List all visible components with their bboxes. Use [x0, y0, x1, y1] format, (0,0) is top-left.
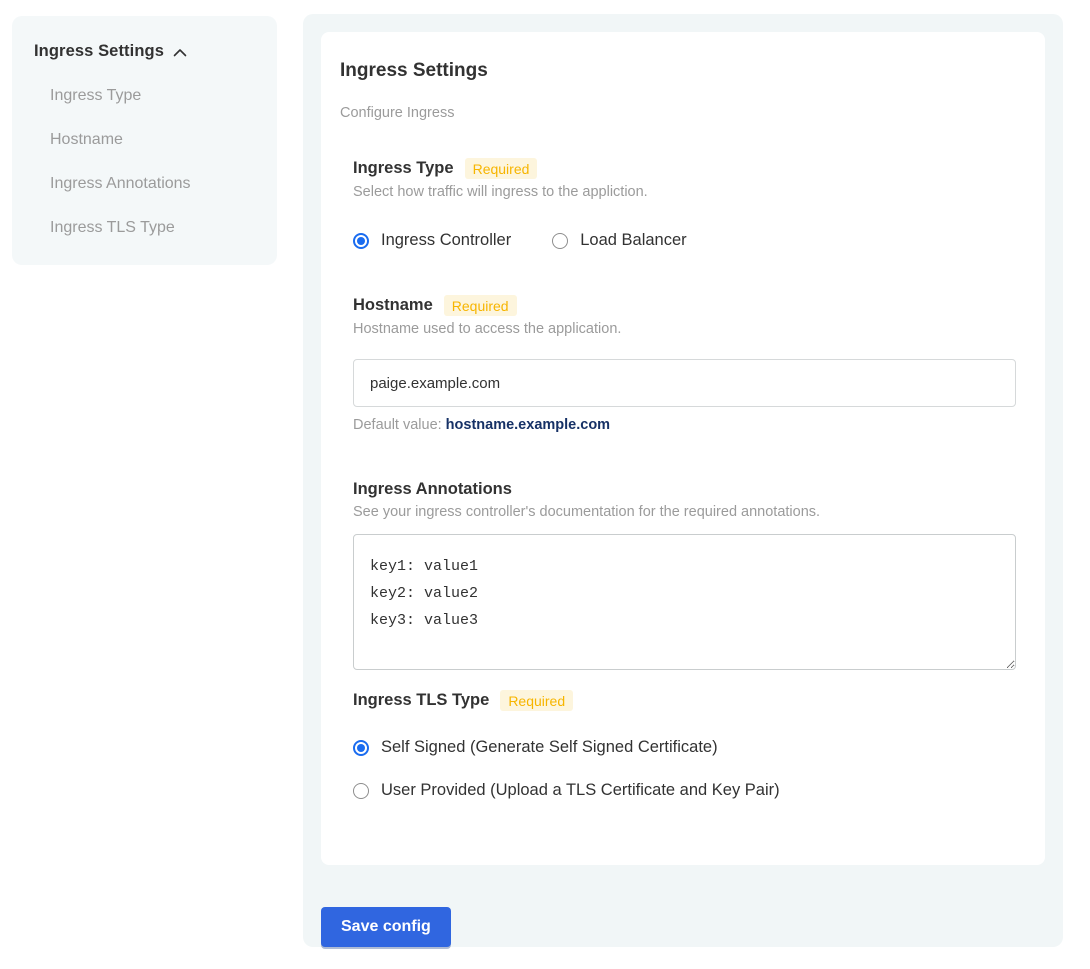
sidebar-item-hostname[interactable]: Hostname [50, 131, 257, 149]
radio-self-signed[interactable]: Self Signed (Generate Self Signed Certif… [353, 738, 1015, 757]
ingress-type-help: Select how traffic will ingress to the a… [353, 184, 1015, 200]
hostname-help: Hostname used to access the application. [353, 321, 1015, 337]
config-groups: Ingress Type Required Select how traffic… [353, 158, 1015, 800]
required-badge: Required [444, 295, 517, 316]
sidebar-group-title: Ingress Settings [34, 42, 164, 61]
ingress-annotations-label: Ingress Annotations [353, 480, 512, 499]
radio-label: Load Balancer [580, 231, 686, 250]
hostname-label: Hostname [353, 296, 433, 315]
ingress-type-label: Ingress Type [353, 159, 454, 178]
sidebar-item-ingress-annotations[interactable]: Ingress Annotations [50, 175, 257, 193]
radio-label: User Provided (Upload a TLS Certificate … [381, 781, 780, 800]
required-badge: Required [465, 158, 538, 179]
group-hostname: Hostname Required Hostname used to acces… [353, 295, 1015, 433]
default-value-label: Default value: [353, 417, 442, 433]
ingress-type-options: Ingress Controller Load Balancer [353, 231, 1015, 250]
group-label-row: Ingress Annotations [353, 480, 1015, 499]
group-label-row: Ingress Type Required [353, 158, 1015, 179]
required-badge: Required [500, 690, 573, 711]
group-ingress-tls-type: Ingress TLS Type Required Self Signed (G… [353, 690, 1015, 800]
group-ingress-annotations: Ingress Annotations See your ingress con… [353, 480, 1015, 670]
radio-ingress-controller[interactable]: Ingress Controller [353, 231, 511, 250]
radio-user-provided[interactable]: User Provided (Upload a TLS Certificate … [353, 781, 1015, 800]
ingress-annotations-help: See your ingress controller's documentat… [353, 504, 1015, 520]
radio-label: Self Signed (Generate Self Signed Certif… [381, 738, 718, 757]
group-ingress-type: Ingress Type Required Select how traffic… [353, 158, 1015, 250]
page-title: Ingress Settings [340, 60, 1015, 82]
config-card: Ingress Settings Configure Ingress Ingre… [321, 32, 1045, 865]
radio-load-balancer[interactable]: Load Balancer [552, 231, 686, 250]
ingress-annotations-textarea[interactable]: key1: value1 key2: value2 key3: value3 [353, 534, 1016, 670]
sidebar-group-ingress-settings[interactable]: Ingress Settings [34, 42, 257, 61]
save-config-button[interactable]: Save config [321, 907, 451, 947]
sidebar-item-ingress-type[interactable]: Ingress Type [50, 87, 257, 105]
radio-selected-icon[interactable] [353, 233, 369, 249]
radio-label: Ingress Controller [381, 231, 511, 250]
group-label-row: Ingress TLS Type Required [353, 690, 1015, 711]
ingress-tls-type-options: Self Signed (Generate Self Signed Certif… [353, 738, 1015, 800]
chevron-up-icon [173, 48, 187, 57]
sidebar-item-ingress-tls-type[interactable]: Ingress TLS Type [50, 219, 257, 237]
config-main-panel: Ingress Settings Configure Ingress Ingre… [303, 14, 1063, 947]
default-value-text: hostname.example.com [446, 417, 610, 433]
radio-unselected-icon[interactable] [552, 233, 568, 249]
page-subtitle: Configure Ingress [340, 105, 1015, 121]
ingress-tls-type-label: Ingress TLS Type [353, 691, 489, 710]
config-nav-sidebar: Ingress Settings Ingress Type Hostname I… [12, 16, 277, 265]
radio-unselected-icon[interactable] [353, 783, 369, 799]
hostname-input[interactable] [353, 359, 1016, 407]
radio-selected-icon[interactable] [353, 740, 369, 756]
hostname-default-line: Default value:hostname.example.com [353, 417, 1015, 433]
group-label-row: Hostname Required [353, 295, 1015, 316]
